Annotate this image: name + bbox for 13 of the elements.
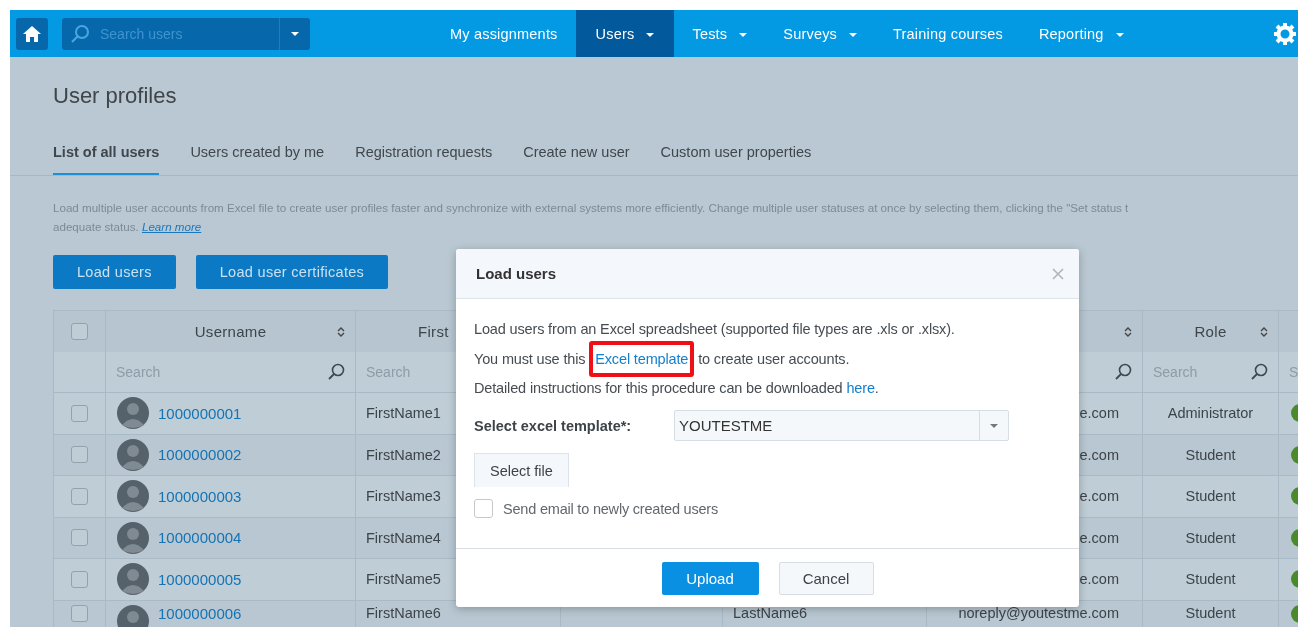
- dialog-text: You must use this Excel template to create user accounts.: [474, 341, 1061, 377]
- table-cell: Student: [1143, 517, 1279, 559]
- info-text: adequate status.: [53, 220, 139, 233]
- table-cell: Student: [1143, 559, 1279, 601]
- dialog-title: Load users: [476, 265, 557, 282]
- table-cell: Administrator: [1143, 393, 1279, 435]
- info-text: Load multiple user accounts from Excel file to create user profiles faster and synchronize with external systems more efficiently. Change multiple user statuses at once by selecting them, clicking the "Set status t: [53, 200, 1130, 216]
- table-cell: Student: [1143, 434, 1279, 476]
- page-title: User profiles: [53, 82, 178, 110]
- dialog-text: Detailed instructions for this procedure can be downloaded here.: [474, 380, 880, 396]
- dialog-text: Load users from an Excel spreadsheet (supported file types are .xls or .xlsx).: [474, 321, 956, 337]
- table-cell: Student: [1143, 600, 1279, 627]
- table-cell: Student: [1143, 476, 1279, 518]
